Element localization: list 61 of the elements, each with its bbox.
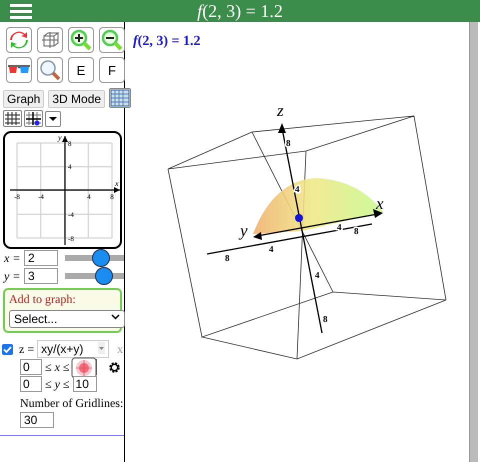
tick-label: 4 — [269, 244, 274, 254]
letter-button[interactable]: E — [68, 57, 94, 83]
axis-label: y — [240, 221, 248, 240]
add-label: Add to graph: — [9, 292, 77, 307]
grid-point-icon — [25, 111, 42, 126]
settings-icon[interactable] — [108, 360, 121, 374]
scrollbar[interactable] — [469, 22, 478, 462]
range-label: ≤ y ≤ — [45, 376, 70, 392]
tick-label: 8 — [323, 314, 328, 324]
tick-label: 4 — [337, 222, 342, 232]
letter-button[interactable]: F — [99, 57, 125, 83]
tick-label: 8 — [225, 253, 230, 263]
dropdown-button[interactable] — [45, 110, 61, 126]
tick-label: 4 — [315, 270, 320, 280]
axis-label: x — [115, 179, 119, 188]
select-dropdown[interactable]: Select... — [9, 310, 125, 328]
color-picker-icon[interactable] — [70, 357, 97, 379]
expression-field[interactable]: xy/(x+y) — [37, 340, 110, 358]
menu-icon[interactable] — [10, 3, 32, 19]
caret-icon — [98, 342, 106, 354]
gridlines-label: Number of Gridlines: — [19, 395, 124, 411]
zoom-out-icon — [101, 29, 123, 51]
axis-label: z — [277, 101, 284, 120]
search-icon — [39, 59, 61, 81]
mode-button[interactable]: Graph — [3, 90, 44, 108]
tick-label: 8 — [286, 138, 290, 148]
tick-label: 8 — [354, 226, 358, 236]
slider-thumb[interactable] — [94, 267, 113, 285]
glasses-button[interactable] — [6, 57, 32, 83]
checkbox[interactable] — [2, 344, 13, 354]
range-label: ≤ x ≤ — [45, 360, 70, 374]
axis-label: x — [376, 194, 384, 213]
zoom-out-button[interactable] — [99, 27, 125, 53]
grid-button[interactable] — [24, 110, 43, 127]
search-button[interactable] — [37, 57, 63, 83]
cube-icon — [40, 30, 60, 50]
coordinate-field[interactable]: 3 — [24, 268, 58, 284]
grid-icon — [110, 88, 130, 106]
grid-button[interactable] — [3, 110, 22, 127]
point-marker — [295, 214, 303, 222]
rotate-button[interactable] — [6, 27, 32, 53]
function-value: f(2, 3) = 1.2 — [132, 33, 202, 50]
zoom-in-button[interactable] — [68, 27, 94, 53]
window-title: f(2, 3) = 1.2 — [196, 0, 284, 22]
tick-label: 4 — [295, 184, 300, 194]
cube-button[interactable] — [37, 27, 63, 53]
chevron-icon — [111, 312, 120, 321]
coordinate-label: x = — [4, 250, 21, 266]
coordinate-label: y = — [4, 268, 21, 284]
function-label: z = — [19, 342, 34, 356]
grid-icon — [4, 111, 21, 126]
slider-thumb[interactable] — [92, 249, 110, 267]
coordinate-field[interactable]: 2 — [24, 250, 58, 266]
gridlines-field[interactable]: 30 — [20, 412, 54, 428]
zoom-in-icon — [70, 29, 92, 51]
min-field[interactable]: 0 — [20, 359, 42, 375]
min-field[interactable]: 0 — [20, 376, 42, 392]
rotate-icon — [9, 30, 29, 50]
axis-label: y — [58, 133, 62, 142]
max-field[interactable]: 10 — [72, 376, 97, 392]
mode-button[interactable]: 3D Mode — [48, 90, 106, 108]
